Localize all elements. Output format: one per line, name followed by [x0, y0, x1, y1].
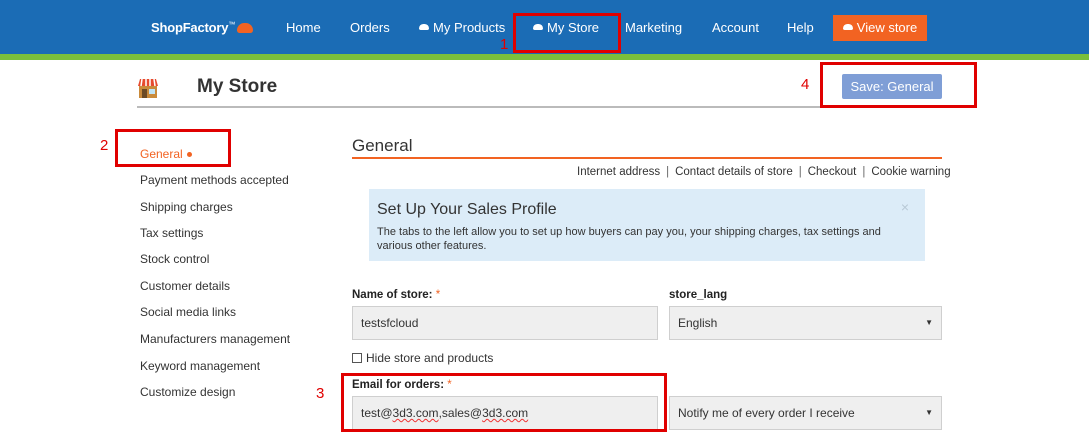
- store-lang-value: English: [678, 316, 718, 330]
- brand-trademark: ™: [228, 21, 236, 29]
- nav-help[interactable]: Help: [787, 20, 814, 35]
- subnav-separator: |: [798, 166, 802, 178]
- sidebar-item-label: Payment methods accepted: [140, 173, 289, 187]
- dropdown-arrow-icon: ▼: [925, 408, 933, 417]
- sidebar-item-shipping-charges[interactable]: Shipping charges: [140, 200, 233, 214]
- nav-my-products-label: My Products: [433, 20, 506, 35]
- close-icon[interactable]: ×: [901, 199, 909, 215]
- nav-orders[interactable]: Orders: [350, 20, 390, 35]
- subnav-internet-address[interactable]: Internet address: [577, 166, 660, 178]
- hide-store-checkbox[interactable]: [352, 353, 362, 363]
- nav-my-products[interactable]: My Products: [419, 20, 505, 35]
- brand-name: ShopFactory: [151, 20, 229, 35]
- sidebar-item-label: Manufacturers management: [140, 332, 291, 346]
- sidebar-item-payment-methods[interactable]: Payment methods accepted: [140, 173, 289, 187]
- subnav-cookie-warning[interactable]: Cookie warning: [871, 166, 950, 178]
- annotation-box-4: [820, 62, 977, 108]
- sidebar-item-label: Shipping charges: [140, 200, 233, 214]
- nav-home[interactable]: Home: [286, 20, 321, 35]
- sidebar-item-label: Tax settings: [140, 226, 204, 240]
- nav-marketing[interactable]: Marketing: [625, 20, 682, 35]
- required-asterisk: *: [435, 289, 441, 301]
- view-store-label: View store: [856, 20, 918, 35]
- store-lang-select[interactable]: English ▼: [669, 306, 942, 340]
- subnav-separator: |: [666, 166, 670, 178]
- section-divider: [352, 157, 942, 159]
- sidebar-item-keyword-management[interactable]: Keyword management: [140, 359, 260, 373]
- shopfactory-logo[interactable]: ShopFactory™: [151, 20, 254, 35]
- sidebar-item-label: Customize design: [140, 385, 236, 399]
- nav-account-label: Account: [712, 20, 759, 35]
- green-accent-strip: [0, 54, 1089, 60]
- section-subnav: Internet address | Contact details of stor…: [577, 166, 951, 178]
- sidebar-item-label: Stock control: [140, 252, 210, 266]
- sidebar-item-label: Customer details: [140, 279, 231, 293]
- sidebar-item-stock-control[interactable]: Stock control: [140, 252, 209, 266]
- store-name-input[interactable]: testsfcloud: [352, 306, 658, 340]
- annotation-number-3: 3: [316, 385, 325, 402]
- sidebar-item-label: Social media links: [140, 305, 237, 319]
- sidebar-item-customize-design[interactable]: Customize design: [140, 385, 235, 399]
- view-store-button[interactable]: View store: [833, 15, 927, 41]
- nav-help-label: Help: [787, 20, 814, 35]
- notify-value: Notify me of every order I receive: [678, 406, 855, 420]
- cloud-logo-icon: [237, 23, 254, 33]
- store-lang-label: store_lang: [669, 289, 728, 301]
- page-title: My Store: [197, 76, 278, 97]
- sidebar-item-social-media-links[interactable]: Social media links: [140, 305, 236, 319]
- cloud-icon: [419, 24, 429, 30]
- cloud-icon: [842, 24, 853, 30]
- store-name-label: Name of store: *: [352, 289, 440, 301]
- nav-home-label: Home: [286, 20, 321, 35]
- sales-profile-info-box: Set Up Your Sales Profile The tabs to th…: [369, 189, 925, 261]
- store-name-label-text: Name of store:: [352, 289, 433, 301]
- annotation-box-2: [115, 129, 231, 167]
- dropdown-arrow-icon: ▼: [925, 318, 933, 327]
- annotation-number-1: 1: [500, 36, 509, 53]
- sidebar-item-manufacturers-management[interactable]: Manufacturers management: [140, 332, 290, 346]
- subnav-checkout[interactable]: Checkout: [808, 166, 857, 178]
- nav-orders-label: Orders: [350, 20, 390, 35]
- info-title: Set Up Your Sales Profile: [377, 201, 557, 218]
- info-text: The tabs to the left allow you to set up…: [377, 226, 881, 252]
- section-title: General: [352, 136, 413, 155]
- sidebar-item-label: Keyword management: [140, 359, 261, 373]
- store-icon: [138, 78, 158, 98]
- subnav-contact-details[interactable]: Contact details of store: [675, 166, 793, 178]
- nav-account[interactable]: Account: [712, 20, 759, 35]
- annotation-number-2: 2: [100, 137, 109, 154]
- nav-marketing-label: Marketing: [625, 20, 683, 35]
- hide-store-checkbox-row[interactable]: Hide store and products: [352, 351, 493, 365]
- sidebar-item-tax-settings[interactable]: Tax settings: [140, 226, 203, 240]
- notify-select[interactable]: Notify me of every order I receive ▼: [669, 396, 942, 430]
- hide-store-label: Hide store and products: [366, 351, 494, 365]
- annotation-number-4: 4: [801, 76, 810, 93]
- subnav-separator: |: [862, 166, 866, 178]
- annotation-box-3: [341, 373, 667, 432]
- sidebar-item-customer-details[interactable]: Customer details: [140, 279, 230, 293]
- annotation-box-1: [513, 13, 621, 53]
